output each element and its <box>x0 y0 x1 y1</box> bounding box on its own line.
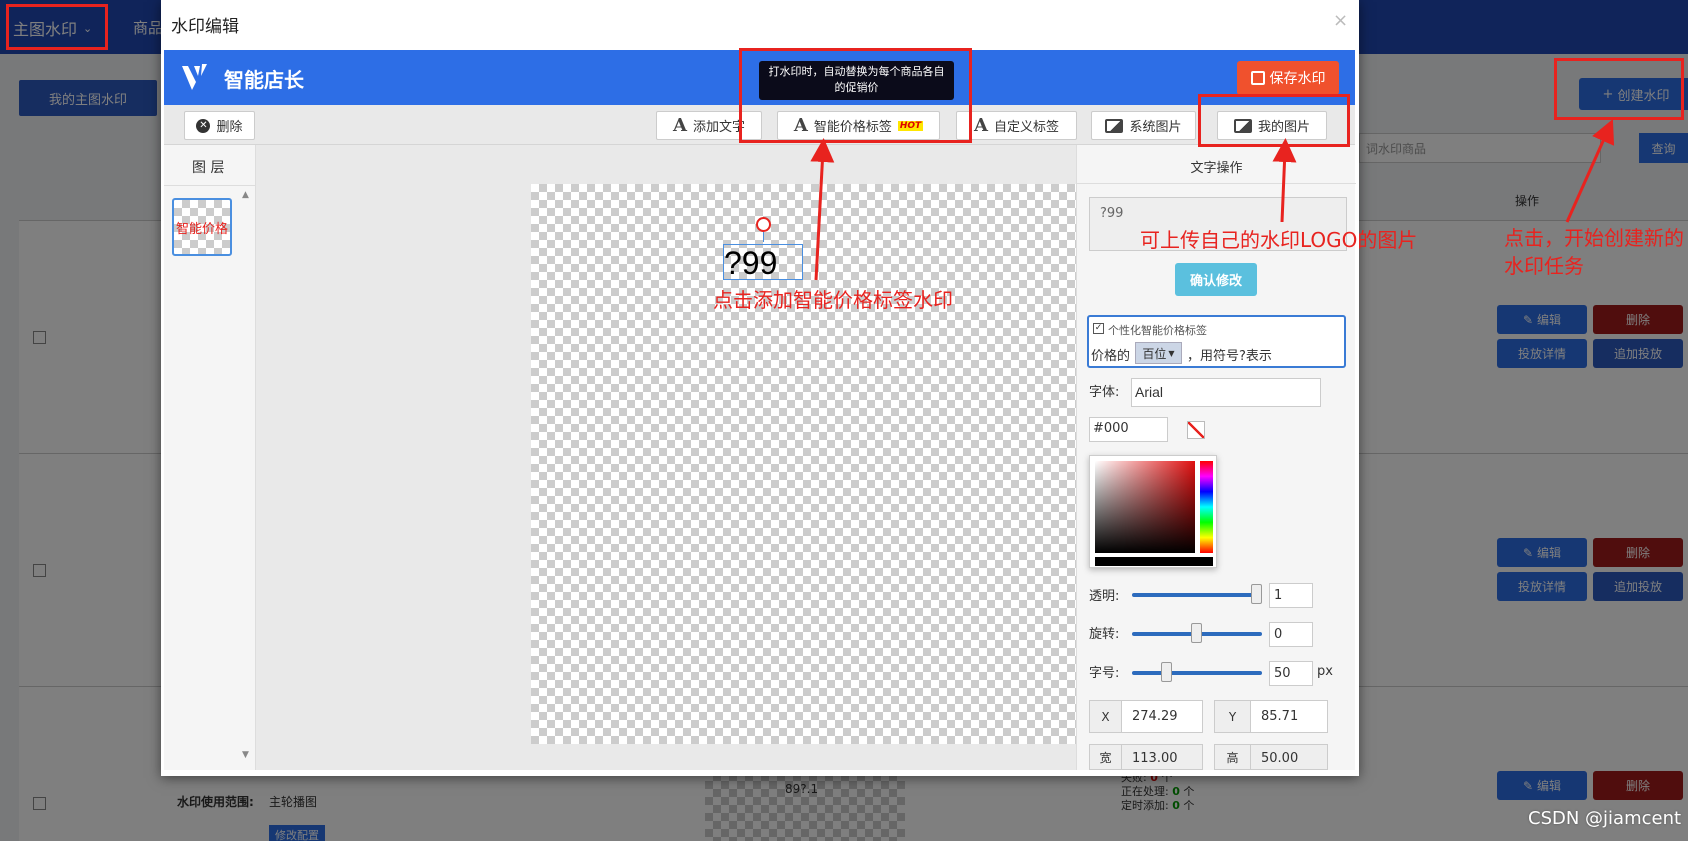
csdn-watermark: CSDN @jiamcent <box>1528 808 1682 829</box>
annotation-my-image: 可上传自己的水印LOGO的图片 <box>1140 228 1418 252</box>
annotation-smart-price: 点击添加智能价格标签水印 <box>713 288 953 312</box>
annotation-arrows <box>810 119 1615 281</box>
annotation-create: 点击，开始创建新的水印任务 <box>1504 226 1684 278</box>
